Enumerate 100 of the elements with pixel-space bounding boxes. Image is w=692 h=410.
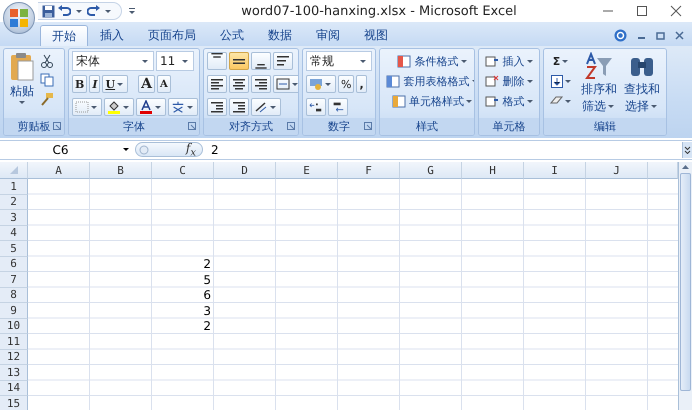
grow-font-button[interactable]: A [138, 75, 155, 93]
row-header[interactable]: 3 [0, 210, 28, 226]
scrollbar-thumb[interactable] [680, 173, 691, 391]
fill-color-button[interactable] [104, 98, 134, 116]
italic-button[interactable]: I [89, 75, 100, 93]
clipboard-icon [9, 52, 35, 82]
close-icon[interactable] [670, 5, 682, 17]
column-header[interactable]: G [400, 162, 462, 179]
row-header[interactable]: 4 [0, 226, 28, 241]
column-header[interactable]: A [28, 162, 90, 179]
column-header[interactable]: C [152, 162, 214, 179]
ribbon-tab[interactable]: 开始 [40, 25, 88, 46]
row-header[interactable]: 12 [0, 350, 28, 365]
row-header[interactable]: 11 [0, 334, 28, 350]
phonetic-button[interactable] [168, 98, 198, 116]
table-cell: 3 [203, 304, 211, 318]
orientation-button[interactable] [251, 98, 281, 116]
align-button[interactable] [251, 75, 271, 93]
row-header[interactable]: 2 [0, 194, 28, 210]
bold-button[interactable]: B [72, 75, 88, 93]
increase-decimal-icon [309, 101, 323, 113]
dialog-launcher-icon[interactable] [188, 122, 196, 130]
number-format-field[interactable]: 常规 [306, 51, 372, 71]
decrease-decimal-button[interactable] [328, 98, 348, 116]
caret-icon [608, 105, 614, 108]
restore-icon[interactable] [656, 30, 665, 40]
align-center-icon [232, 78, 246, 90]
save-icon[interactable] [42, 4, 55, 18]
shrink-font-button[interactable]: A [156, 75, 171, 93]
column-header[interactable]: J [586, 162, 648, 179]
column-header[interactable]: H [462, 162, 524, 179]
undo-icon[interactable] [58, 5, 71, 17]
ribbon-tab[interactable]: 审阅 [304, 25, 352, 46]
decrease-indent-button[interactable] [207, 98, 227, 116]
ribbon-tab[interactable]: 公式 [208, 25, 256, 46]
align-button[interactable] [229, 52, 249, 70]
fill-bucket-icon [107, 100, 121, 114]
percent-button[interactable]: % [338, 75, 354, 93]
dialog-launcher-icon[interactable] [364, 122, 372, 130]
row-header[interactable]: 13 [0, 365, 28, 380]
align-button[interactable] [251, 52, 271, 70]
row-header[interactable]: 1 [0, 179, 28, 194]
office-button[interactable] [3, 2, 35, 34]
ribbon-tab[interactable]: 插入 [88, 25, 136, 46]
redo-icon[interactable] [87, 5, 100, 17]
ribbon-tab[interactable]: 数据 [256, 25, 304, 46]
delete-button[interactable]: 删除 [482, 72, 538, 90]
column-header[interactable]: E [276, 162, 338, 179]
sort-filter-button[interactable]: 排序和 筛选 [579, 52, 619, 118]
merge-button[interactable] [273, 75, 298, 93]
currency-icon [309, 78, 323, 90]
row-header[interactable]: 15 [0, 396, 28, 410]
align-button[interactable] [207, 75, 227, 93]
delete-cells-icon [485, 74, 499, 88]
expand-formula-button[interactable] [682, 142, 692, 158]
table-cell: 6 [203, 288, 211, 302]
insert-function-button[interactable]: f$_{x}$ [186, 140, 196, 158]
row-header[interactable]: 5 [0, 241, 28, 256]
group-label: 剪贴板 [18, 119, 50, 134]
customize-icon[interactable] [128, 7, 136, 15]
ribbon-tab[interactable]: 页面布局 [136, 25, 208, 46]
autosum-button[interactable]: Σ [547, 52, 576, 70]
column-header[interactable]: F [338, 162, 400, 179]
format-button[interactable]: 格式 [482, 92, 538, 110]
table-cell: 2 [203, 257, 211, 272]
font-name-field[interactable]: 宋体 [72, 51, 154, 71]
dialog-launcher-icon[interactable] [287, 122, 295, 130]
caret-icon [123, 148, 129, 151]
dialog-launcher-icon[interactable] [53, 122, 61, 130]
row-header[interactable]: 9 [0, 303, 28, 318]
column-header[interactable]: B [90, 162, 152, 179]
insert-button[interactable]: 插入 [482, 52, 538, 70]
conditional-format-button[interactable]: 条件格式 [383, 52, 474, 70]
font-color-icon [139, 100, 153, 114]
ribbon-tab[interactable]: 视图 [352, 25, 400, 46]
increase-decimal-button[interactable] [306, 98, 326, 116]
maximize-icon[interactable] [636, 5, 648, 17]
find-select-button[interactable]: 查找和 选择 [622, 52, 662, 118]
underline-button[interactable]: U [102, 75, 128, 93]
row-header[interactable]: 7 [0, 272, 28, 288]
font-size-field[interactable]: 11 [156, 51, 194, 71]
increase-indent-button[interactable] [229, 98, 249, 116]
row-header[interactable]: 14 [0, 380, 28, 396]
help-icon[interactable] [614, 28, 627, 42]
name-box[interactable]: C6 [0, 141, 135, 158]
row-header[interactable]: 10 [0, 318, 28, 334]
column-header[interactable]: I [524, 162, 586, 179]
align-button[interactable] [229, 75, 249, 93]
align-button[interactable] [207, 52, 227, 70]
row-header[interactable]: 6 [0, 256, 28, 272]
row-header[interactable]: 8 [0, 288, 28, 303]
double-chevron-icon [684, 146, 691, 154]
cell-styles-button[interactable]: 单元格样式 [383, 92, 474, 110]
formula-field[interactable]: 2 [203, 142, 682, 156]
wrap-text-button[interactable] [273, 52, 293, 70]
column-header[interactable]: D [214, 162, 276, 179]
comma-button[interactable]: , [356, 75, 367, 93]
paste-button[interactable]: 粘贴 [7, 52, 37, 118]
close-icon[interactable] [675, 30, 684, 40]
font-color-button[interactable] [136, 98, 166, 116]
